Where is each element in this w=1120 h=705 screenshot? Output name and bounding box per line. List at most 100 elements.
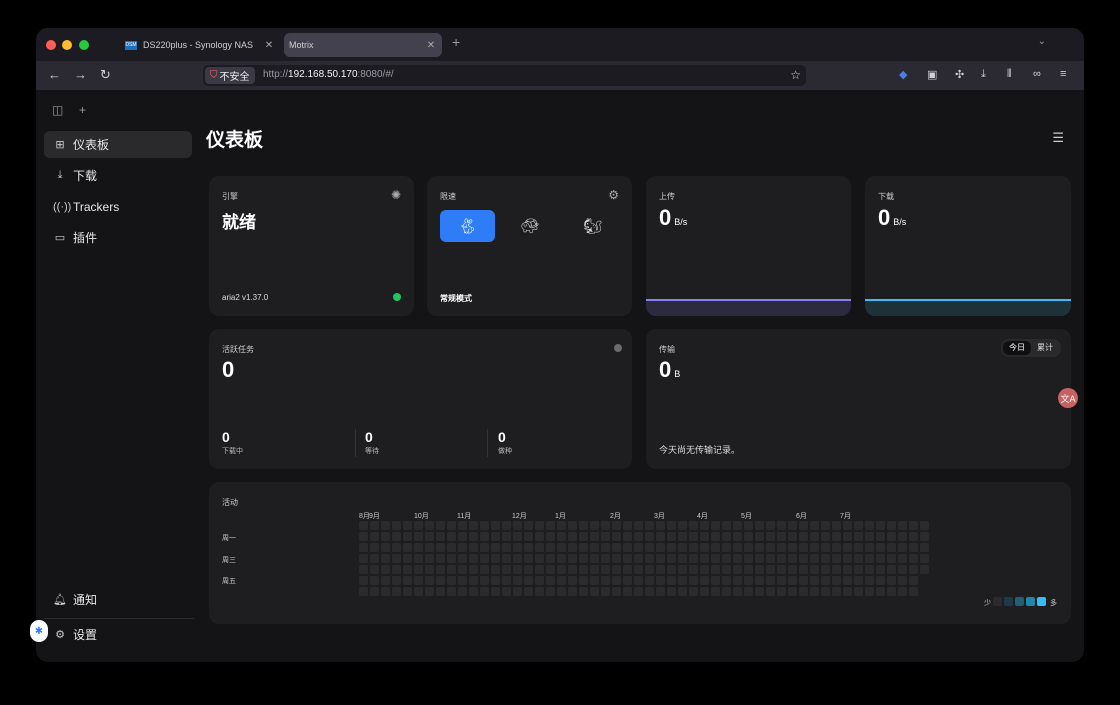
- heatmap-cell[interactable]: [601, 587, 610, 596]
- infinity-icon[interactable]: ∞: [1033, 68, 1041, 80]
- heatmap-cell[interactable]: [502, 587, 511, 596]
- heatmap-cell[interactable]: [568, 587, 577, 596]
- heatmap-cell[interactable]: [678, 565, 687, 574]
- heatmap-cell[interactable]: [645, 565, 654, 574]
- heatmap-cell[interactable]: [579, 521, 588, 530]
- sidebar-item-settings[interactable]: ⚙ 设置: [44, 621, 192, 648]
- heatmap-cell[interactable]: [854, 565, 863, 574]
- heatmap-cell[interactable]: [524, 587, 533, 596]
- heatmap-cell[interactable]: [700, 587, 709, 596]
- heatmap-cell[interactable]: [436, 521, 445, 530]
- extensions-icon[interactable]: ✣: [955, 68, 964, 81]
- heatmap-cell[interactable]: [535, 543, 544, 552]
- heatmap-cell[interactable]: [645, 554, 654, 563]
- heatmap-cell[interactable]: [425, 543, 434, 552]
- sidebar-item-download[interactable]: ⤓ 下载: [44, 162, 192, 189]
- heatmap-cell[interactable]: [733, 554, 742, 563]
- heatmap-cell[interactable]: [436, 565, 445, 574]
- heatmap-cell[interactable]: [568, 554, 577, 563]
- heatmap-cell[interactable]: [469, 521, 478, 530]
- heatmap-cell[interactable]: [502, 521, 511, 530]
- heatmap-cell[interactable]: [678, 532, 687, 541]
- heatmap-cell[interactable]: [612, 521, 621, 530]
- heatmap-cell[interactable]: [810, 576, 819, 585]
- heatmap-cell[interactable]: [403, 554, 412, 563]
- heatmap-cell[interactable]: [370, 532, 379, 541]
- heatmap-cell[interactable]: [810, 587, 819, 596]
- heatmap-cell[interactable]: [766, 532, 775, 541]
- heatmap-cell[interactable]: [821, 576, 830, 585]
- heatmap-cell[interactable]: [788, 521, 797, 530]
- heatmap-cell[interactable]: [810, 521, 819, 530]
- heatmap-cell[interactable]: [425, 576, 434, 585]
- heatmap-cell[interactable]: [392, 521, 401, 530]
- forward-icon[interactable]: →: [74, 67, 87, 82]
- heatmap-cell[interactable]: [414, 543, 423, 552]
- heatmap-cell[interactable]: [601, 532, 610, 541]
- heatmap-cell[interactable]: [887, 554, 896, 563]
- heatmap-cell[interactable]: [799, 532, 808, 541]
- heatmap-cell[interactable]: [414, 576, 423, 585]
- heatmap-cell[interactable]: [777, 543, 786, 552]
- heatmap-cell[interactable]: [535, 521, 544, 530]
- heatmap-cell[interactable]: [843, 521, 852, 530]
- heatmap-cell[interactable]: [799, 521, 808, 530]
- heatmap-cell[interactable]: [711, 554, 720, 563]
- heatmap-cell[interactable]: [854, 521, 863, 530]
- heatmap-cell[interactable]: [799, 576, 808, 585]
- heatmap-cell[interactable]: [546, 565, 555, 574]
- heatmap-cell[interactable]: [469, 543, 478, 552]
- heatmap-cell[interactable]: [513, 543, 522, 552]
- star-icon[interactable]: ☆: [790, 68, 801, 82]
- heatmap-cell[interactable]: [689, 565, 698, 574]
- heatmap-cell[interactable]: [777, 532, 786, 541]
- heatmap-cell[interactable]: [876, 576, 885, 585]
- heatmap-cell[interactable]: [777, 576, 786, 585]
- heatmap-cell[interactable]: [403, 532, 412, 541]
- heatmap-cell[interactable]: [623, 543, 632, 552]
- heatmap-cell[interactable]: [359, 521, 368, 530]
- heatmap-cell[interactable]: [502, 554, 511, 563]
- heatmap-cell[interactable]: [854, 532, 863, 541]
- heatmap-cell[interactable]: [689, 576, 698, 585]
- library-icon[interactable]: ⫴: [1007, 68, 1012, 81]
- heatmap-cell[interactable]: [623, 576, 632, 585]
- chevron-down-icon[interactable]: ⌄: [1038, 36, 1046, 47]
- heatmap-cell[interactable]: [546, 532, 555, 541]
- heatmap-cell[interactable]: [909, 565, 918, 574]
- heatmap-cell[interactable]: [634, 565, 643, 574]
- heatmap-cell[interactable]: [810, 554, 819, 563]
- heatmap-cell[interactable]: [458, 576, 467, 585]
- heatmap-cell[interactable]: [623, 521, 632, 530]
- heatmap-cell[interactable]: [678, 554, 687, 563]
- heatmap-cell[interactable]: [590, 565, 599, 574]
- heatmap-cell[interactable]: [392, 554, 401, 563]
- heatmap-cell[interactable]: [766, 576, 775, 585]
- translate-icon[interactable]: 文A: [1058, 388, 1078, 408]
- address-bar[interactable]: ⛉ 不安全 http://192.168.50.170:8080/#/ ☆: [203, 65, 806, 86]
- gear-icon[interactable]: ⚙: [608, 188, 619, 202]
- heatmap-cell[interactable]: [722, 554, 731, 563]
- sidebar-floating-icon[interactable]: ✱: [30, 620, 48, 642]
- tab-total[interactable]: 累计: [1031, 341, 1059, 355]
- heatmap-cell[interactable]: [436, 543, 445, 552]
- sidebar-item-trackers[interactable]: ((·)) Trackers: [44, 193, 192, 220]
- heatmap-cell[interactable]: [491, 554, 500, 563]
- heatmap-cell[interactable]: [458, 532, 467, 541]
- heatmap-cell[interactable]: [656, 554, 665, 563]
- heatmap-cell[interactable]: [403, 576, 412, 585]
- tab-today[interactable]: 今日: [1003, 341, 1031, 355]
- heatmap-cell[interactable]: [876, 543, 885, 552]
- heatmap-cell[interactable]: [491, 532, 500, 541]
- heatmap-cell[interactable]: [491, 587, 500, 596]
- heatmap-cell[interactable]: [920, 554, 929, 563]
- heatmap-cell[interactable]: [524, 554, 533, 563]
- reload-icon[interactable]: ↻: [100, 67, 111, 83]
- heatmap-cell[interactable]: [546, 521, 555, 530]
- heatmap-cell[interactable]: [458, 587, 467, 596]
- heatmap-cell[interactable]: [502, 543, 511, 552]
- heatmap-cell[interactable]: [744, 565, 753, 574]
- heatmap-cell[interactable]: [711, 587, 720, 596]
- heatmap-cell[interactable]: [568, 543, 577, 552]
- heatmap-cell[interactable]: [755, 587, 764, 596]
